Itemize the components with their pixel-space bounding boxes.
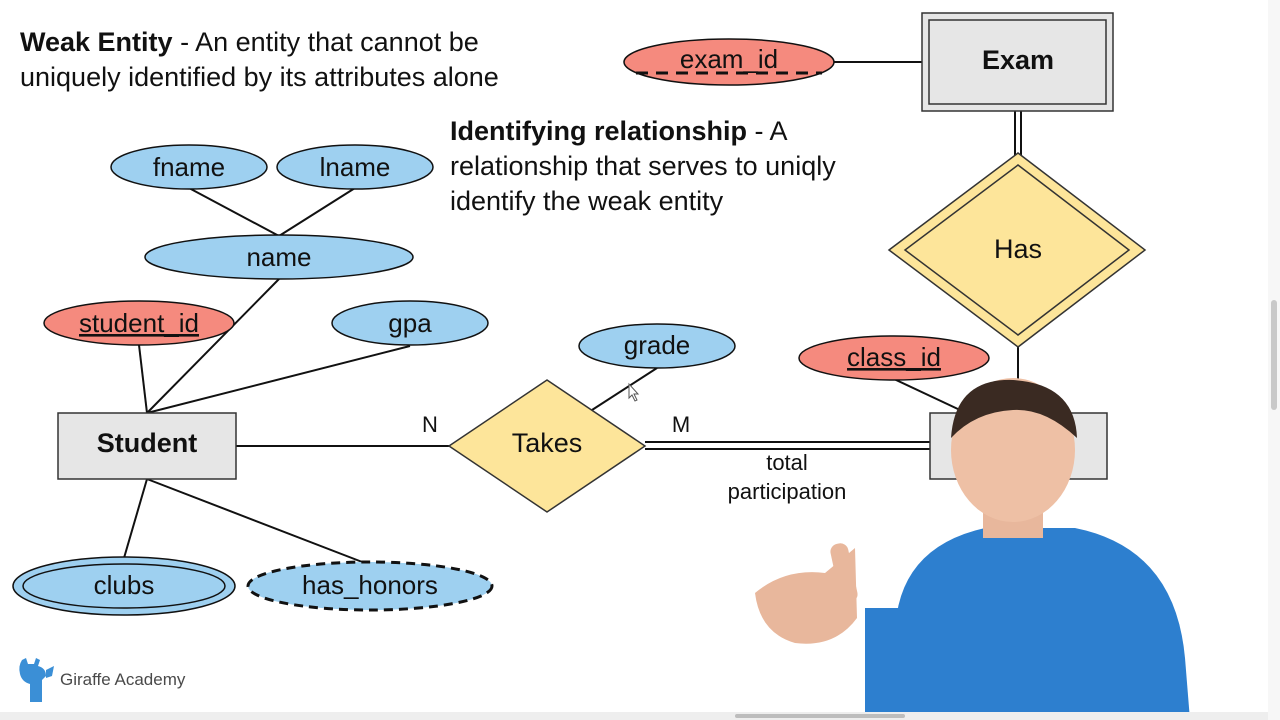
- slide: Weak Entity - An entity that cannot be u…: [0, 0, 1280, 720]
- relationship-has: Has: [887, 152, 1147, 348]
- presenter-arm: [865, 608, 925, 720]
- horizontal-scrollbar[interactable]: [0, 712, 1268, 720]
- entity-exam: Exam: [921, 12, 1114, 112]
- entity-exam-label: Exam: [982, 45, 1054, 75]
- attr-has-honors-label: has_honors: [302, 570, 438, 600]
- attr-student-id-label: student_id: [79, 308, 199, 338]
- gpa-student-line: [146, 345, 411, 414]
- attr-exam-id-label: exam_id: [680, 44, 778, 74]
- cardinality-n: N: [422, 412, 438, 437]
- brand-label: Giraffe Academy: [60, 670, 186, 689]
- cardinality-m: M: [672, 412, 690, 437]
- attr-fname: fname: [110, 144, 268, 190]
- attr-exam-id: exam_id: [623, 38, 835, 86]
- entity-student-label: Student: [97, 428, 198, 458]
- mouse-cursor-icon: [628, 382, 640, 402]
- student-id-line: [138, 344, 148, 414]
- attr-lname-label: lname: [320, 152, 391, 182]
- attr-has-honors: has_honors: [246, 560, 494, 612]
- attr-lname: lname: [276, 144, 434, 190]
- attr-fname-label: fname: [153, 152, 225, 182]
- honors-student-line: [146, 478, 371, 566]
- attr-grade-label: grade: [624, 330, 691, 360]
- giraffe-logo-icon: [19, 658, 54, 702]
- clubs-student-line: [123, 478, 148, 559]
- entity-student: Student: [57, 412, 237, 480]
- relationship-takes-label: Takes: [512, 428, 583, 458]
- brand: Giraffe Academy: [16, 656, 185, 704]
- attr-class-id: class_id: [798, 335, 990, 381]
- vertical-scrollbar-thumb[interactable]: [1271, 300, 1277, 410]
- attr-gpa-label: gpa: [388, 308, 432, 338]
- attr-student-id: student_id: [43, 300, 235, 346]
- fname-name-line: [188, 187, 280, 237]
- attr-gpa: gpa: [331, 300, 489, 346]
- presenter-video-overlay: [755, 378, 1190, 720]
- relationship-takes: Takes: [447, 379, 647, 513]
- attr-name-label: name: [246, 242, 311, 272]
- attr-clubs: clubs: [12, 556, 236, 616]
- lname-name-line: [278, 187, 356, 237]
- name-student-line: [146, 278, 280, 414]
- horizontal-scrollbar-thumb[interactable]: [735, 714, 905, 718]
- vertical-scrollbar[interactable]: [1268, 0, 1280, 720]
- attr-clubs-label: clubs: [94, 570, 155, 600]
- attr-name: name: [144, 234, 414, 280]
- attr-class-id-label: class_id: [847, 342, 941, 372]
- attr-grade: grade: [578, 323, 736, 369]
- grade-takes-line: [591, 367, 658, 411]
- presenter-shirt: [895, 528, 1190, 720]
- relationship-has-label: Has: [994, 234, 1042, 264]
